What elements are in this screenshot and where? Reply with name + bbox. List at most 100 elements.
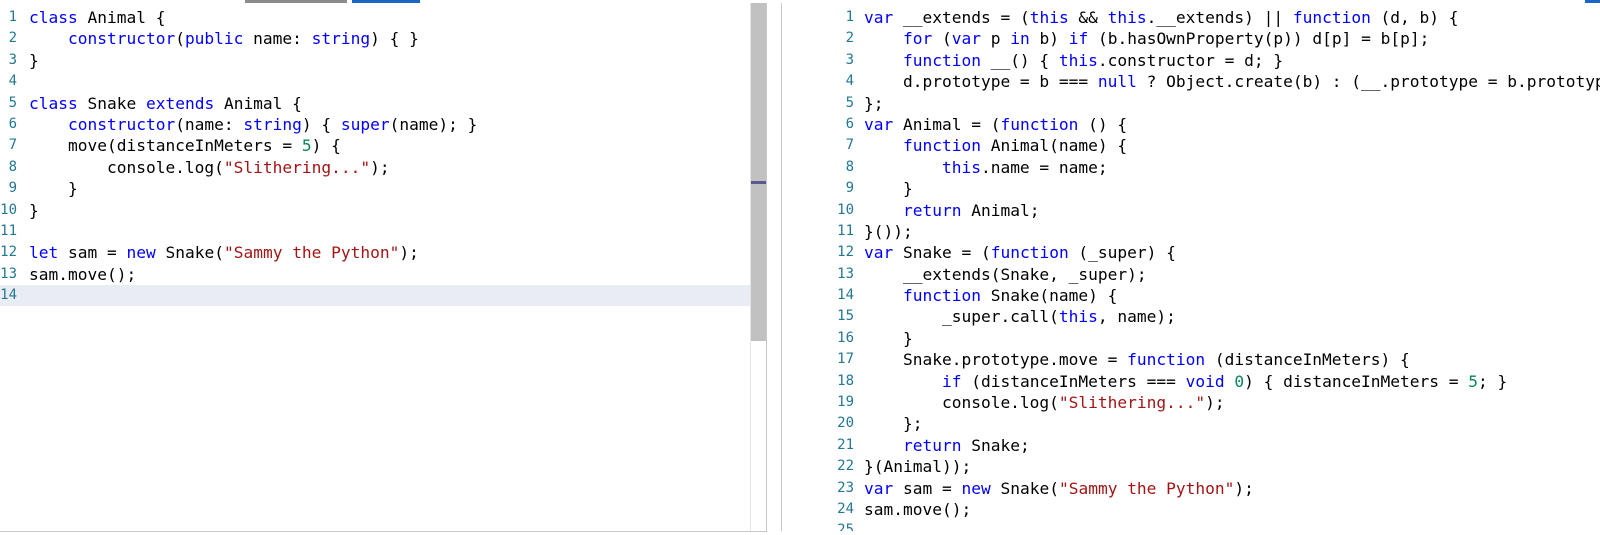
code-token: Animal { [77,8,166,27]
code-text[interactable]: function Snake(name) { [864,285,1117,306]
code-token: .__extends) || [1146,8,1293,27]
code-text[interactable]: var __extends = (this && this.__extends)… [864,7,1459,28]
code-line[interactable]: 23 var sam = new Snake("Sammy the Python"… [782,478,1600,499]
code-token: null [1097,72,1137,92]
code-line[interactable]: 11}()); [782,221,1600,242]
code-line[interactable]: 19 console.log("Slithering..."); [782,392,1600,413]
code-text[interactable]: var sam = new Snake("Sammy the Python"); [864,478,1254,499]
code-text[interactable]: function __() { this.constructor = d; } [864,50,1283,71]
code-line[interactable]: 11 [0,221,766,242]
code-line[interactable]: 14 function Snake(name) { [782,285,1600,306]
line-number: 24 [837,500,854,517]
code-line[interactable]: 8 console.log("Slithering..."); [0,157,766,178]
code-line[interactable]: 9 } [782,178,1600,199]
code-line[interactable]: 15 _super.call(this, name); [782,306,1600,327]
code-text[interactable]: var Snake = (function (_super) { [864,242,1176,263]
code-token: move(distanceInMeters = [29,136,302,156]
code-line[interactable]: 14 [0,285,766,307]
code-text[interactable]: _super.call(this, name); [864,306,1176,327]
code-text[interactable]: constructor(name: string) { super(name);… [29,114,477,135]
code-line[interactable]: 7 function Animal(name) { [782,135,1600,156]
code-line[interactable]: 12 let sam = new Snake("Sammy the Python"… [0,242,766,263]
code-token: ); [370,157,390,177]
code-text[interactable]: return Snake; [864,435,1030,456]
code-text[interactable]: } [29,50,39,71]
code-token: (b.hasOwnProperty(p)) d[p] = b[p]; [1088,29,1430,49]
code-text[interactable]: console.log("Slithering..."); [29,157,390,178]
code-token: Animal(name) { [980,136,1128,156]
code-line[interactable]: 10 return Animal; [782,200,1600,221]
code-line[interactable]: 3 function __() { this.constructor = d; … [782,50,1600,71]
code-line[interactable]: 25 [782,520,1600,531]
code-text[interactable]: let sam = new Snake("Sammy the Python"); [29,242,419,263]
code-text[interactable]: this.name = name; [864,157,1108,178]
code-line[interactable]: 6 constructor(name: string) { super(name… [0,114,766,135]
code-line[interactable]: 18 if (distanceInMeters === void 0) { di… [782,371,1600,392]
code-token: Snake [77,93,146,113]
code-text[interactable]: __extends(Snake, _super); [864,264,1147,285]
code-text[interactable]: sam.move(); [864,499,971,520]
code-line[interactable]: 3} [0,50,766,71]
code-token: string [311,29,371,49]
code-text[interactable]: class Snake extends Animal { [29,93,302,114]
code-text[interactable]: }; [864,413,923,434]
line-number: 2 [845,30,854,47]
code-line[interactable]: 17 Snake.prototype.move = function (dist… [782,349,1600,370]
code-token: Snake; [961,435,1030,455]
javascript-output-pane[interactable]: 1 var __extends = (this && this.__extends… [781,3,1600,531]
code-text[interactable]: for (var p in b) if (b.hasOwnProperty(p)… [864,28,1429,49]
code-line[interactable]: 16 } [782,328,1600,349]
code-text[interactable]: var Animal = (function () { [864,114,1127,135]
code-token: ) { [301,114,341,134]
code-line[interactable]: 5}; [782,93,1600,114]
code-line[interactable]: 22}(Animal)); [782,456,1600,477]
code-line[interactable]: 8 this.name = name; [782,157,1600,178]
code-line[interactable]: 2 for (var p in b) if (b.hasOwnProperty(… [782,28,1600,49]
code-token: 5 [1468,371,1479,391]
code-token: } [29,50,39,70]
code-text[interactable]: function Animal(name) { [864,135,1127,156]
code-line[interactable]: 24 sam.move(); [782,499,1600,520]
typescript-code-area[interactable]: 1 class Animal {2 constructor(public name… [0,7,766,307]
code-line[interactable]: 7 move(distanceInMeters = 5) { [0,135,766,156]
code-line[interactable]: 1 class Animal { [0,7,766,28]
code-text[interactable]: } [864,178,913,199]
code-line[interactable]: 21 return Snake; [782,435,1600,456]
code-text[interactable]: }; [864,93,884,114]
code-token: (name: [175,114,244,134]
editor-vertical-scrollbar[interactable] [750,3,766,531]
code-text[interactable]: Snake.prototype.move = function (distanc… [864,349,1410,370]
code-text[interactable]: sam.move(); [29,264,136,285]
code-text[interactable]: if (distanceInMeters === void 0) { dista… [864,371,1507,392]
code-text[interactable]: } [29,178,78,199]
scrollbar-thumb[interactable] [751,3,766,341]
javascript-code-area[interactable]: 1 var __extends = (this && this.__extends… [782,7,1600,531]
code-text[interactable]: }()); [864,221,913,242]
code-line[interactable]: 1 var __extends = (this && this.__extends… [782,7,1600,28]
code-text[interactable]: console.log("Slithering..."); [864,392,1225,413]
code-line[interactable]: 13 sam.move(); [0,264,766,285]
code-token: new [126,243,156,263]
code-text[interactable]: move(distanceInMeters = 5) { [29,135,341,156]
code-token: (name); } [389,114,478,134]
code-line[interactable]: 20 }; [782,413,1600,434]
code-line[interactable]: 4 d.prototype = b === null ? Object.crea… [782,71,1600,92]
code-line[interactable]: 9 } [0,178,766,199]
code-line[interactable]: 13 __extends(Snake, _super); [782,264,1600,285]
code-text[interactable]: constructor(public name: string) { } [29,28,419,49]
code-text[interactable]: } [29,200,39,221]
code-token: console.log( [864,393,1059,413]
code-text[interactable]: class Animal { [29,7,165,28]
code-line[interactable]: 12 var Snake = (function (_super) { [782,242,1600,263]
code-line[interactable]: 5 class Snake extends Animal { [0,93,766,114]
code-text[interactable]: }(Animal)); [864,456,971,477]
code-line[interactable]: 4 [0,71,766,92]
code-text[interactable]: return Animal; [864,200,1039,221]
code-text[interactable]: } [864,328,913,349]
code-line[interactable]: 10} [0,200,766,221]
code-line[interactable]: 6 var Animal = (function () { [782,114,1600,135]
code-text[interactable]: d.prototype = b === null ? Object.create… [864,71,1600,92]
typescript-editor-pane[interactable]: 1 class Animal {2 constructor(public name… [0,3,767,532]
code-line[interactable]: 2 constructor(public name: string) { } [0,28,766,49]
